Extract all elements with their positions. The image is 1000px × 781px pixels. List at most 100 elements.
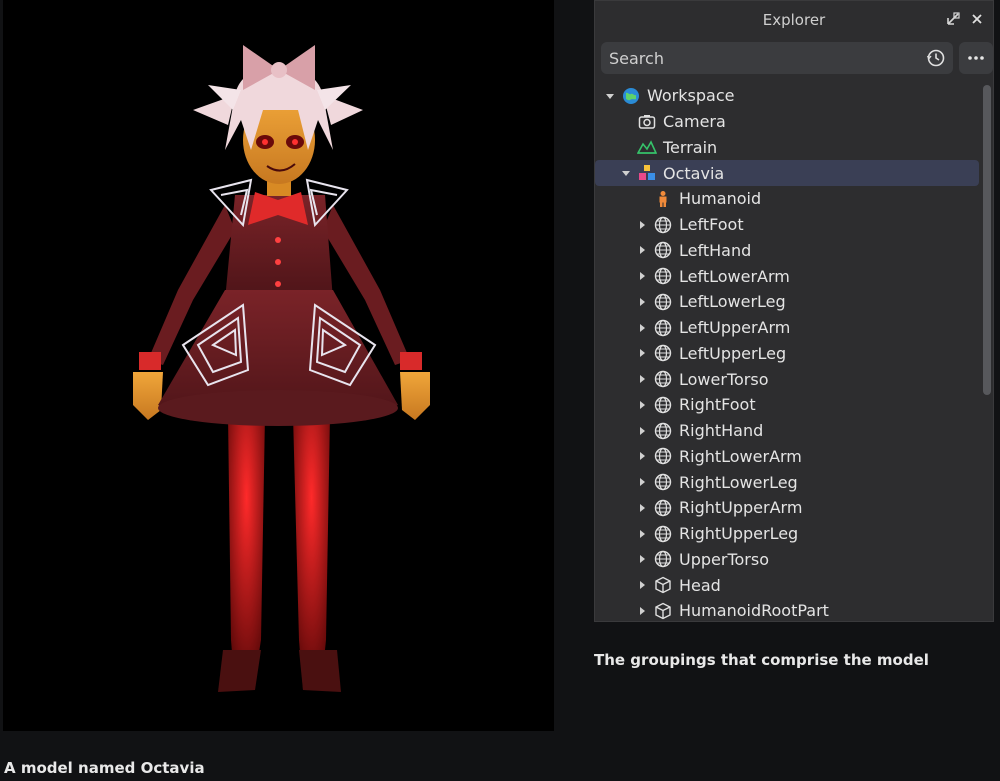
tree-item-leftlowerarm[interactable]: LeftLowerArm [595, 263, 981, 289]
expand-arrow-icon[interactable] [635, 243, 649, 257]
meshpart-icon [653, 292, 673, 312]
tree-item-label: Humanoid [679, 189, 762, 209]
tree-item-label: Workspace [647, 86, 735, 106]
collapse-arrow-icon[interactable] [603, 89, 617, 103]
explorer-scrollbar[interactable] [983, 85, 991, 395]
tree-item-workspace[interactable]: Workspace [595, 83, 981, 109]
expand-arrow-icon[interactable] [635, 372, 649, 386]
workspace-globe-icon [621, 86, 641, 106]
tree-item-righthand[interactable]: RightHand [595, 418, 981, 444]
collapse-arrow-icon[interactable] [619, 166, 633, 180]
meshpart-icon [653, 395, 673, 415]
tree-item-label: LeftUpperLeg [679, 343, 787, 363]
expand-arrow-icon[interactable] [635, 269, 649, 283]
expand-arrow-icon[interactable] [635, 552, 649, 566]
explorer-title-bar: Explorer [595, 1, 993, 39]
close-icon[interactable] [969, 11, 985, 27]
expand-arrow-icon[interactable] [635, 295, 649, 309]
tree-item-label: HumanoidRootPart [679, 601, 829, 621]
explorer-search-row [601, 42, 993, 74]
tree-item-uppertorso[interactable]: UpperTorso [595, 547, 981, 573]
tree-item-label: LowerTorso [679, 369, 769, 389]
tree-item-label: LeftUpperArm [679, 318, 791, 338]
tree-item-label: RightLowerLeg [679, 472, 798, 492]
tree-item-label: LeftFoot [679, 215, 744, 235]
tree-item-label: RightHand [679, 421, 764, 441]
expand-arrow-icon[interactable] [635, 501, 649, 515]
expand-arrow-icon[interactable] [635, 449, 649, 463]
tree-item-label: RightFoot [679, 395, 756, 415]
meshpart-icon [653, 472, 673, 492]
tree-item-leftlowerleg[interactable]: LeftLowerLeg [595, 289, 981, 315]
meshpart-icon [653, 446, 673, 466]
expand-arrow-icon[interactable] [635, 475, 649, 489]
expand-arrow-icon[interactable] [635, 218, 649, 232]
model-icon [637, 163, 657, 183]
tree-item-label: Octavia [663, 163, 725, 183]
expand-arrow-icon[interactable] [635, 424, 649, 438]
meshpart-icon [653, 498, 673, 518]
explorer-panel: Explorer Workspace Camera Terrain Octavia Hu… [594, 0, 994, 622]
tree-item-octavia[interactable]: Octavia [595, 160, 979, 186]
tree-item-humanoidrootpart[interactable]: HumanoidRootPart [595, 598, 981, 621]
meshpart-icon [653, 215, 673, 235]
part-cube-icon [653, 601, 673, 621]
tree-item-rightupperleg[interactable]: RightUpperLeg [595, 521, 981, 547]
tree-item-rightupperarm[interactable]: RightUpperArm [595, 495, 981, 521]
tree-item-leftupperleg[interactable]: LeftUpperLeg [595, 341, 981, 367]
search-input[interactable] [609, 44, 925, 72]
tree-item-label: RightUpperArm [679, 498, 803, 518]
octavia-character-render [133, 45, 430, 692]
meshpart-icon [653, 240, 673, 260]
expand-arrow-icon[interactable] [635, 346, 649, 360]
tree-item-leftupperarm[interactable]: LeftUpperArm [595, 315, 981, 341]
no-expander-spacer [619, 115, 633, 129]
tree-item-lowertorso[interactable]: LowerTorso [595, 366, 981, 392]
tree-item-label: LeftLowerArm [679, 266, 790, 286]
tree-item-rightfoot[interactable]: RightFoot [595, 392, 981, 418]
explorer-title: Explorer [762, 11, 826, 29]
meshpart-icon [653, 318, 673, 338]
tree-item-rightlowerleg[interactable]: RightLowerLeg [595, 469, 981, 495]
tree-item-label: LeftHand [679, 240, 752, 260]
model-caption: A model named Octavia [4, 759, 205, 777]
expand-arrow-icon[interactable] [635, 604, 649, 618]
model-viewport [3, 0, 554, 731]
tree-item-label: Camera [663, 112, 726, 132]
undock-icon[interactable] [945, 11, 961, 27]
meshpart-icon [653, 369, 673, 389]
tree-item-label: Terrain [663, 137, 718, 157]
expand-arrow-icon[interactable] [635, 321, 649, 335]
tree-item-humanoid[interactable]: Humanoid [595, 186, 981, 212]
search-box [601, 42, 953, 74]
meshpart-icon [653, 549, 673, 569]
tree-item-label: RightLowerArm [679, 446, 802, 466]
ellipsis-icon [968, 56, 984, 60]
meshpart-icon [653, 421, 673, 441]
part-cube-icon [653, 575, 673, 595]
no-expander-spacer [619, 140, 633, 154]
explorer-tree: Workspace Camera Terrain Octavia Humanoid Lef… [595, 83, 981, 621]
meshpart-icon [653, 343, 673, 363]
camera-icon [637, 112, 657, 132]
tree-item-head[interactable]: Head [595, 572, 981, 598]
expand-arrow-icon[interactable] [635, 578, 649, 592]
explorer-caption: The groupings that comprise the model [594, 651, 929, 669]
tree-item-camera[interactable]: Camera [595, 109, 981, 135]
tree-item-label: Head [679, 575, 721, 595]
no-expander-spacer [635, 192, 649, 206]
meshpart-icon [653, 524, 673, 544]
tree-item-terrain[interactable]: Terrain [595, 135, 981, 161]
more-options-button[interactable] [959, 42, 993, 74]
terrain-icon [637, 137, 657, 157]
expand-arrow-icon[interactable] [635, 527, 649, 541]
tree-item-rightlowerarm[interactable]: RightLowerArm [595, 444, 981, 470]
tree-item-lefthand[interactable]: LeftHand [595, 238, 981, 264]
meshpart-icon [653, 266, 673, 286]
humanoid-icon [653, 189, 673, 209]
expand-arrow-icon[interactable] [635, 398, 649, 412]
tree-item-label: LeftLowerLeg [679, 292, 786, 312]
tree-item-label: UpperTorso [679, 549, 769, 569]
history-icon[interactable] [925, 47, 947, 69]
tree-item-leftfoot[interactable]: LeftFoot [595, 212, 981, 238]
